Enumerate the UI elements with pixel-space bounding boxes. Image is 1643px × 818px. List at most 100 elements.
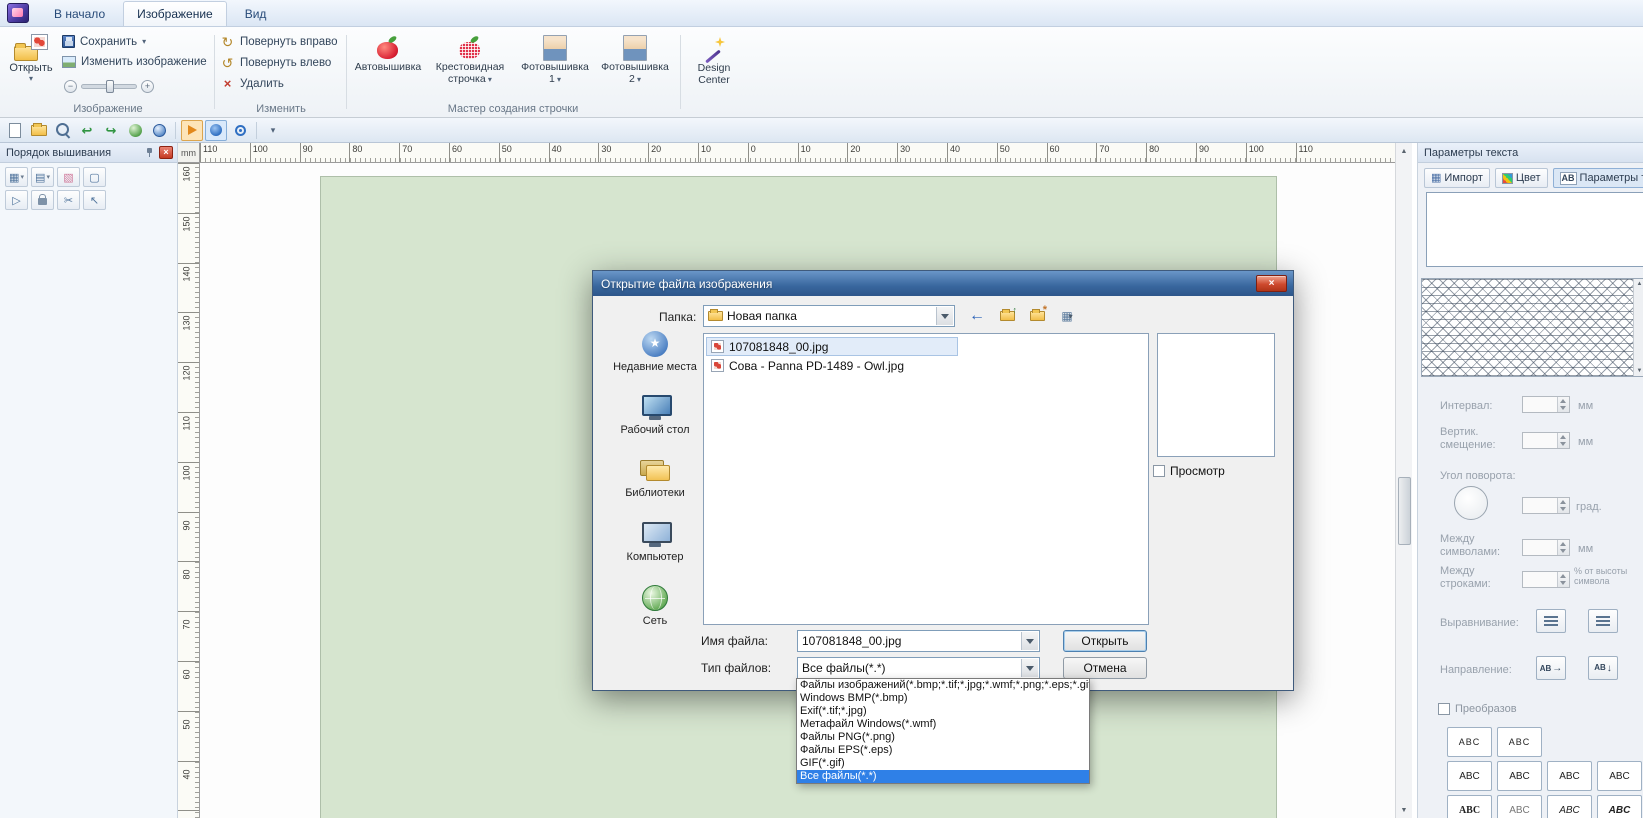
up-one-level-button[interactable]: ↑ bbox=[995, 305, 1019, 327]
import-button[interactable]: ▦ Импорт bbox=[1424, 168, 1490, 188]
back-button[interactable]: ← bbox=[965, 305, 989, 327]
scroll-up-arrow[interactable]: ▲ bbox=[1637, 281, 1643, 287]
text-style-sample-button[interactable]: ABC bbox=[1447, 761, 1492, 791]
open-image-button[interactable]: Открыть ▾ bbox=[6, 29, 56, 86]
scroll-down-arrow[interactable]: ▼ bbox=[1396, 802, 1412, 818]
align-left-button[interactable] bbox=[1536, 609, 1566, 633]
scrollbar-thumb[interactable] bbox=[1398, 477, 1411, 545]
angle-spinner[interactable] bbox=[1522, 497, 1570, 514]
frame-select-button[interactable]: ▢ bbox=[83, 167, 106, 187]
text-style-sample-button[interactable]: ABC bbox=[1447, 795, 1492, 818]
zoom-button[interactable] bbox=[52, 120, 74, 141]
text-style-sample-button[interactable]: ABC bbox=[1447, 727, 1492, 757]
new-document-button[interactable] bbox=[4, 120, 26, 141]
text-style-sample-button[interactable]: ABC bbox=[1597, 761, 1642, 791]
dialog-title-bar[interactable]: Открытие файла изображения bbox=[593, 271, 1293, 296]
edit-image-button[interactable]: Изменить изображение bbox=[62, 56, 207, 68]
spin-up-icon[interactable] bbox=[1558, 572, 1569, 580]
center-design-button[interactable] bbox=[229, 120, 251, 141]
rotate-left-button[interactable]: ↺ Повернуть влево bbox=[220, 56, 331, 70]
transform-checkbox[interactable] bbox=[1438, 703, 1450, 715]
text-style-sample-button[interactable]: ABC bbox=[1547, 761, 1592, 791]
place-network[interactable]: Сеть bbox=[642, 585, 668, 628]
redo-button[interactable]: ↪ bbox=[100, 120, 122, 141]
spin-down-icon[interactable] bbox=[1558, 506, 1569, 514]
align-justify-button[interactable] bbox=[1588, 609, 1618, 633]
combo-dropdown-button[interactable] bbox=[936, 307, 953, 325]
slider-thumb[interactable] bbox=[106, 80, 114, 93]
plus-icon[interactable]: + bbox=[141, 80, 154, 93]
grid-select-button[interactable]: ▦▾ bbox=[5, 167, 28, 187]
globe-view-button[interactable] bbox=[148, 120, 170, 141]
text-style-sample-button[interactable]: ABC bbox=[1497, 795, 1542, 818]
spin-down-icon[interactable] bbox=[1558, 441, 1569, 449]
filetype-combo[interactable]: Все файлы(*.*) bbox=[797, 657, 1040, 679]
spin-up-icon[interactable] bbox=[1558, 397, 1569, 405]
select-pointer-button[interactable]: ↖ bbox=[83, 190, 106, 210]
design-center-button[interactable]: Design Center bbox=[685, 31, 743, 89]
slider-track[interactable] bbox=[81, 84, 137, 89]
filetype-option[interactable]: Файлы EPS(*.eps) bbox=[797, 744, 1089, 757]
text-params-button[interactable]: АВ Параметры те bbox=[1553, 168, 1643, 188]
design-property-button[interactable] bbox=[205, 120, 227, 141]
folder-combo[interactable]: Новая папка bbox=[703, 305, 955, 327]
undo-button[interactable]: ↩ bbox=[76, 120, 98, 141]
cross-stitch-button[interactable]: Крестовидная строчка bbox=[426, 30, 514, 101]
place-computer[interactable]: Компьютер bbox=[627, 522, 684, 564]
text-style-sample-button[interactable]: ABC bbox=[1547, 795, 1592, 818]
tab-view[interactable]: Вид bbox=[231, 1, 281, 26]
line-spacing-spinner[interactable] bbox=[1522, 571, 1570, 588]
view-menu-button[interactable]: ▦▾ bbox=[1055, 305, 1079, 327]
rotate-right-button[interactable]: ↻ Повернуть вправо bbox=[220, 35, 338, 49]
interval-spinner[interactable] bbox=[1522, 396, 1570, 413]
spin-up-icon[interactable] bbox=[1558, 540, 1569, 548]
filetype-option[interactable]: Windows BMP(*.bmp) bbox=[797, 692, 1089, 705]
realistic-view-button[interactable] bbox=[124, 120, 146, 141]
toolbar-options-button[interactable]: ▾ bbox=[262, 120, 284, 141]
spin-down-icon[interactable] bbox=[1558, 548, 1569, 556]
scroll-up-arrow[interactable]: ▲ bbox=[1396, 143, 1412, 159]
pattern-scrollbar[interactable]: ▲▼ bbox=[1633, 279, 1643, 376]
text-style-sample-button[interactable]: ABC bbox=[1497, 727, 1542, 757]
minus-icon[interactable]: − bbox=[64, 80, 77, 93]
scroll-down-arrow[interactable]: ▼ bbox=[1637, 368, 1643, 374]
text-entry-box[interactable] bbox=[1426, 192, 1643, 267]
photo-stitch-1-button[interactable]: Фотовышивка 1 bbox=[514, 30, 596, 101]
file-item[interactable]: Сова - Panna PD-1489 - Owl.jpg bbox=[706, 356, 1146, 375]
place-recent[interactable]: Недавние места bbox=[613, 331, 697, 374]
auto-punch-button[interactable]: Автовышивка bbox=[350, 30, 426, 101]
lock-button[interactable] bbox=[31, 190, 54, 210]
open-button[interactable]: Открыть bbox=[1063, 630, 1147, 652]
stitch-simulator-button[interactable] bbox=[181, 120, 203, 141]
filename-combo[interactable]: 107081848_00.jpg bbox=[797, 630, 1040, 652]
vertical-offset-spinner[interactable] bbox=[1522, 432, 1570, 449]
place-desktop[interactable]: Рабочий стол bbox=[620, 395, 689, 437]
region-select-button[interactable]: ▧ bbox=[57, 167, 80, 187]
direction-vertical-button[interactable]: AB bbox=[1588, 656, 1618, 680]
simulate-button[interactable]: ▷ bbox=[5, 190, 28, 210]
app-menu-button[interactable] bbox=[0, 0, 36, 26]
filetype-option[interactable]: Файлы PNG(*.png) bbox=[797, 731, 1089, 744]
direction-horizontal-button[interactable]: AB bbox=[1536, 656, 1566, 680]
photo-stitch-2-button[interactable]: Фотовышивка 2 bbox=[596, 30, 674, 101]
combo-dropdown-button[interactable] bbox=[1021, 632, 1038, 650]
layer-select-button[interactable]: ▤▾ bbox=[31, 167, 54, 187]
filetype-option[interactable]: Все файлы(*.*) bbox=[797, 770, 1089, 783]
save-image-button[interactable]: Сохранить bbox=[62, 35, 146, 48]
image-density-slider[interactable]: − + bbox=[64, 80, 154, 93]
delete-button[interactable]: × Удалить bbox=[220, 77, 284, 90]
angle-dial[interactable] bbox=[1454, 486, 1488, 520]
filetype-option[interactable]: Метафайл Windows(*.wmf) bbox=[797, 718, 1089, 731]
filetype-option[interactable]: GIF(*.gif) bbox=[797, 757, 1089, 770]
font-pattern-box[interactable]: ▲▼ bbox=[1421, 278, 1643, 377]
char-spacing-spinner[interactable] bbox=[1522, 539, 1570, 556]
slider[interactable]: − + bbox=[64, 80, 154, 93]
cancel-button[interactable]: Отмена bbox=[1063, 657, 1147, 679]
cut-button[interactable]: ✂ bbox=[57, 190, 80, 210]
text-style-sample-button[interactable]: ABC bbox=[1597, 795, 1642, 818]
spin-down-icon[interactable] bbox=[1558, 580, 1569, 588]
spin-down-icon[interactable] bbox=[1558, 405, 1569, 413]
vertical-scrollbar[interactable]: ▲ ▼ bbox=[1395, 143, 1412, 818]
file-item-selected[interactable]: 107081848_00.jpg bbox=[706, 337, 958, 356]
place-libraries[interactable]: Библиотеки bbox=[625, 458, 685, 500]
